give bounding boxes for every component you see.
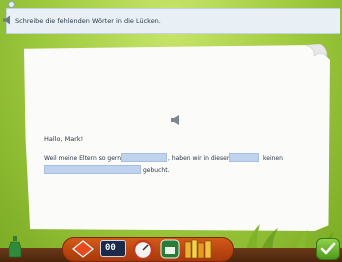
audio-play-icon[interactable]	[170, 115, 182, 125]
app-window: Schreibe die fehlenden Wörter in die Lüc…	[0, 0, 342, 262]
score-value: 00	[105, 243, 116, 253]
bottle-icon[interactable]	[8, 236, 22, 258]
text-segment: , haben wir in diesem	[168, 155, 233, 162]
instruction-bar: Schreibe die fehlenden Wörter in die Lüc…	[6, 8, 340, 34]
check-button[interactable]	[316, 238, 340, 260]
text-segment: keinen	[263, 155, 283, 162]
diamond-icon[interactable]	[72, 240, 94, 258]
text-segment: Weil meine Eltern so gerne	[44, 155, 125, 162]
gap-input-1[interactable]	[121, 153, 167, 162]
speaker-icon[interactable]	[2, 15, 12, 25]
save-icon[interactable]	[160, 239, 180, 259]
gauge-icon[interactable]	[132, 239, 154, 259]
books-icon[interactable]	[184, 238, 214, 259]
letter-greeting: Hallo, Mark!	[44, 135, 84, 143]
paper-curl	[306, 44, 328, 57]
gap-input-3[interactable]	[44, 165, 141, 174]
text-segment: gebucht.	[143, 167, 170, 174]
window-dot	[8, 1, 15, 8]
gap-input-2[interactable]	[229, 153, 259, 162]
instruction-text: Schreibe die fehlenden Wörter in die Lüc…	[15, 17, 161, 25]
checkmark-icon	[320, 242, 336, 255]
score-counter: 00	[100, 240, 126, 257]
